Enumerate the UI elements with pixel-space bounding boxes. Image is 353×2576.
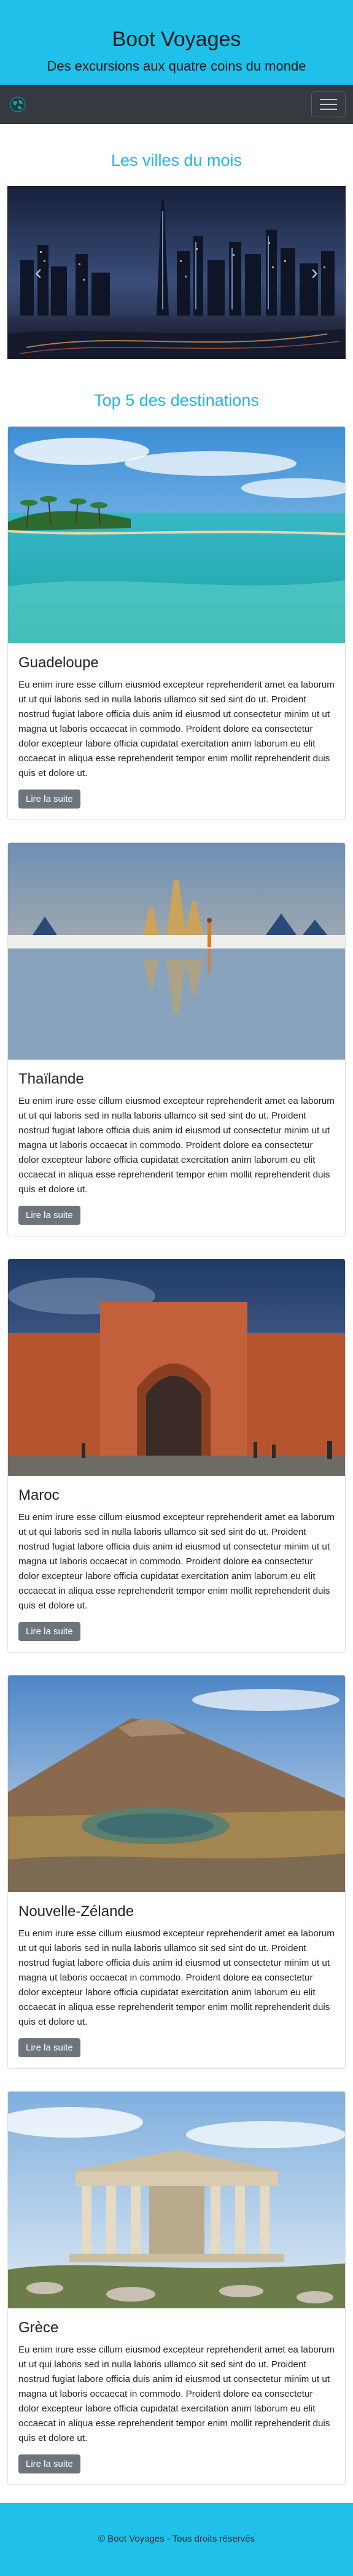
card-text: Eu enim irure esse cillum eiusmod except… xyxy=(18,1096,335,1195)
destination-card: Nouvelle-Zélande Eu enim irure esse cill… xyxy=(7,1675,346,2069)
greece-temple-image xyxy=(8,2092,345,2308)
guadeloupe-beach-image xyxy=(8,427,345,643)
destination-card: Grèce Eu enim irure esse cillum eiusmod … xyxy=(7,2091,346,2485)
thailand-temple-image xyxy=(8,843,345,1060)
new-zealand-volcano-image xyxy=(8,1675,345,1892)
card-text: Eu enim irure esse cillum eiusmod except… xyxy=(18,1512,335,1611)
chevron-right-icon[interactable]: › xyxy=(311,262,318,283)
card-title: Grèce xyxy=(18,2319,59,2336)
card-body: Grèce Eu enim irure esse cillum eiusmod … xyxy=(8,2308,345,2485)
card-text: Eu enim irure esse cillum eiusmod except… xyxy=(18,1928,335,2027)
read-more-button[interactable]: Lire la suite xyxy=(18,1206,80,1225)
card-title: Guadeloupe xyxy=(18,654,99,671)
read-more-button[interactable]: Lire la suite xyxy=(18,2454,80,2473)
jumbotron-header: Boot Voyages Des excursions aux quatre c… xyxy=(0,0,353,85)
site-subtitle: Des excursions aux quatre coins du monde xyxy=(47,58,306,74)
globe-icon[interactable] xyxy=(10,96,26,112)
card-title: Nouvelle-Zélande xyxy=(18,1903,134,1920)
card-text: Eu enim irure esse cillum eiusmod except… xyxy=(18,680,335,778)
destination-card: Thaïlande Eu enim irure esse cillum eius… xyxy=(7,842,346,1236)
cities-section-title: Les villes du mois xyxy=(111,151,242,169)
morocco-gate-image xyxy=(8,1259,345,1476)
card-body: Guadeloupe Eu enim irure esse cillum eiu… xyxy=(8,643,345,820)
read-more-button[interactable]: Lire la suite xyxy=(18,789,80,809)
destination-card: Guadeloupe Eu enim irure esse cillum eiu… xyxy=(7,426,346,820)
card-text: Eu enim irure esse cillum eiusmod except… xyxy=(18,2345,335,2443)
chevron-left-icon[interactable]: ‹ xyxy=(35,262,42,283)
card-body: Nouvelle-Zélande Eu enim irure esse cill… xyxy=(8,1892,345,2068)
destination-card: Maroc Eu enim irure esse cillum eiusmod … xyxy=(7,1259,346,1653)
read-more-button[interactable]: Lire la suite xyxy=(18,2038,80,2057)
card-title: Thaïlande xyxy=(18,1071,84,1087)
city-carousel[interactable]: ‹ › xyxy=(7,186,346,359)
hamburger-icon-bar xyxy=(320,99,337,100)
footer: © Boot Voyages - Tous droits réservés xyxy=(0,2503,353,2576)
navbar-toggler-button[interactable] xyxy=(311,91,346,117)
destinations-section-title: Top 5 des destinations xyxy=(94,391,259,409)
card-body: Thaïlande Eu enim irure esse cillum eius… xyxy=(8,1060,345,1236)
hamburger-icon-bar xyxy=(320,109,337,110)
hamburger-icon-bar xyxy=(320,104,337,105)
destination-card-list: Guadeloupe Eu enim irure esse cillum eiu… xyxy=(7,426,346,2485)
card-body: Maroc Eu enim irure esse cillum eiusmod … xyxy=(8,1476,345,1652)
footer-copyright: © Boot Voyages - Tous droits réservés xyxy=(98,2534,255,2544)
dubai-skyline-image xyxy=(8,187,345,359)
site-title: Boot Voyages xyxy=(112,28,241,51)
read-more-button[interactable]: Lire la suite xyxy=(18,1622,80,1641)
card-title: Maroc xyxy=(18,1487,60,1503)
navbar xyxy=(0,85,353,124)
